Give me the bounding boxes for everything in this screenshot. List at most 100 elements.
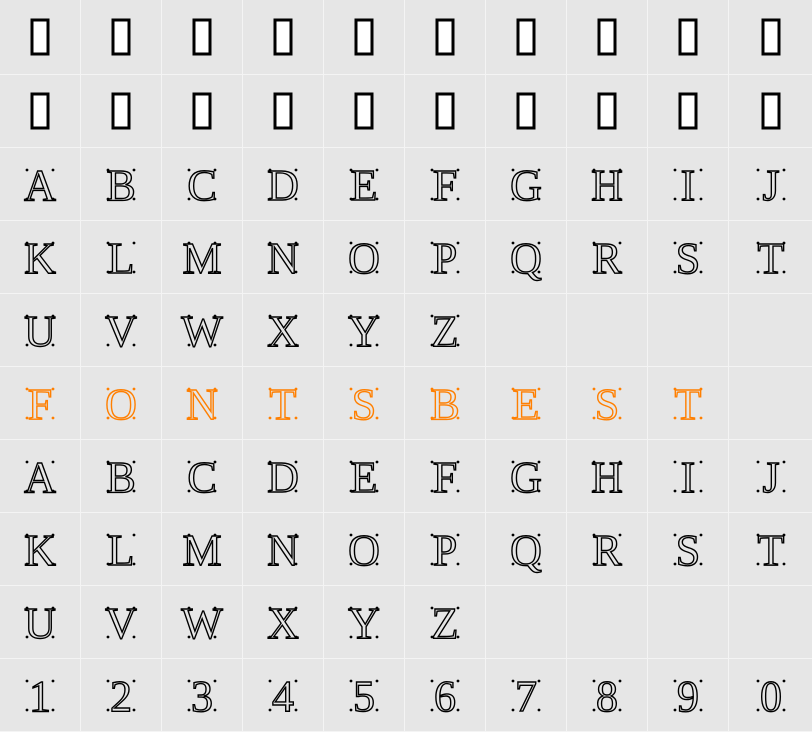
glyph-character: 7	[515, 672, 537, 721]
glyph-cell: A	[0, 440, 81, 513]
glyph-pin-dot	[294, 314, 298, 318]
glyph-cell: O	[324, 221, 405, 294]
glyph-row-2: A B C D E F GH I J	[0, 148, 812, 221]
glyph-pin-dot	[375, 168, 379, 172]
glyph-sample: T	[756, 233, 785, 284]
glyph-pin-dot	[511, 562, 515, 566]
glyph-pin-dot	[132, 314, 136, 318]
glyph-pin-dot	[375, 708, 379, 712]
glyph-pin-dot	[187, 314, 191, 318]
glyph-character: D	[267, 453, 299, 502]
glyph-pin-dot	[456, 635, 460, 639]
glyph-character: 1	[29, 672, 51, 721]
glyph-pin-dot	[268, 270, 272, 274]
glyph-pin-dot	[51, 343, 55, 347]
glyph-pin-dot	[456, 314, 460, 318]
glyph-sample: U	[23, 306, 56, 356]
glyph-pin-dot	[430, 635, 434, 639]
glyph-pin-dot	[213, 533, 217, 537]
glyph-cell	[729, 586, 812, 659]
glyph-sample: E	[511, 379, 541, 430]
missing-glyph-box	[597, 18, 617, 56]
glyph-pin-dot	[268, 533, 272, 537]
glyph-pin-dot	[375, 635, 379, 639]
glyph-cell: N	[243, 221, 324, 294]
glyph-sample: P	[430, 525, 460, 576]
glyph-cell: B	[81, 148, 162, 221]
glyph-pin-dot	[756, 270, 759, 274]
glyph-pin-dot	[699, 489, 703, 493]
glyph-pin-dot	[699, 708, 703, 712]
glyph-pin-dot	[511, 197, 515, 201]
glyph-cell	[648, 0, 729, 75]
glyph-cell	[648, 75, 729, 148]
glyph-pin-dot	[673, 197, 677, 201]
glyph-pin-dot	[268, 460, 272, 464]
glyph-pin-dot	[699, 197, 703, 201]
glyph-cell: O	[81, 367, 162, 440]
glyph-pin-dot	[213, 708, 217, 712]
glyph-pin-dot	[618, 416, 622, 420]
glyph-pin-dot	[268, 314, 272, 318]
glyph-pin-dot	[106, 635, 110, 639]
glyph-cell: T	[729, 221, 812, 294]
glyph-sample: W	[181, 598, 224, 648]
glyph-character: P	[433, 526, 457, 575]
glyph-character: J	[762, 161, 779, 210]
missing-glyph-icon	[192, 18, 212, 56]
missing-glyph-icon	[597, 92, 617, 130]
glyph-pin-dot	[132, 679, 136, 683]
missing-glyph-box	[192, 92, 212, 130]
glyph-cell: D	[243, 440, 324, 513]
glyph-pin-dot	[430, 387, 434, 391]
missing-glyph-box	[435, 18, 455, 56]
glyph-pin-dot	[537, 679, 541, 683]
glyph-pin-dot	[25, 387, 29, 391]
missing-glyph-box	[273, 92, 293, 130]
glyph-cell	[729, 367, 812, 440]
glyph-cell: O	[324, 513, 405, 586]
glyph-pin-dot	[106, 460, 110, 464]
glyph-pin-dot	[592, 489, 596, 493]
glyph-pin-dot	[294, 197, 298, 201]
glyph-pin-dot	[511, 489, 515, 493]
glyph-pin-dot	[537, 460, 541, 464]
glyph-pin-dot	[187, 168, 191, 172]
missing-glyph-box	[761, 92, 780, 130]
glyph-sample: S	[673, 233, 703, 284]
glyph-pin-dot	[294, 562, 298, 566]
glyph-character: S	[595, 380, 619, 429]
glyph-character: T	[757, 234, 784, 283]
glyph-sample: 3	[187, 671, 217, 722]
glyph-character: S	[676, 526, 700, 575]
glyph-pin-dot	[268, 489, 272, 493]
missing-glyph-box	[761, 18, 780, 56]
missing-glyph-icon	[597, 18, 617, 56]
glyph-character: E	[351, 161, 378, 210]
glyph-pin-dot	[618, 489, 622, 493]
glyph-sample: Y	[347, 598, 380, 648]
glyph-row-8: UVWXY Z	[0, 586, 812, 659]
glyph-pin-dot	[51, 460, 55, 464]
glyph-pin-dot	[132, 606, 136, 610]
glyph-sample: S	[592, 379, 622, 430]
glyph-pin-dot	[213, 562, 217, 566]
glyph-pin-dot	[213, 387, 217, 391]
glyph-sample: A	[23, 452, 56, 502]
glyph-pin-dot	[756, 241, 759, 245]
glyph-pin-dot	[673, 562, 677, 566]
glyph-pin-dot	[618, 270, 622, 274]
glyph-cell	[324, 0, 405, 75]
glyph-pin-dot	[25, 168, 29, 172]
glyph-cell: W	[162, 294, 243, 367]
glyph-character: S	[676, 234, 700, 283]
glyph-sample: N	[266, 525, 299, 575]
glyph-pin-dot	[25, 460, 29, 464]
glyph-pin-dot	[349, 460, 353, 464]
glyph-pin-dot	[592, 241, 596, 245]
glyph-cell: E	[324, 440, 405, 513]
glyph-pin-dot	[294, 387, 298, 391]
glyph-sample: 9	[673, 671, 703, 722]
glyph-cell	[486, 294, 567, 367]
glyph-pin-dot	[430, 343, 434, 347]
